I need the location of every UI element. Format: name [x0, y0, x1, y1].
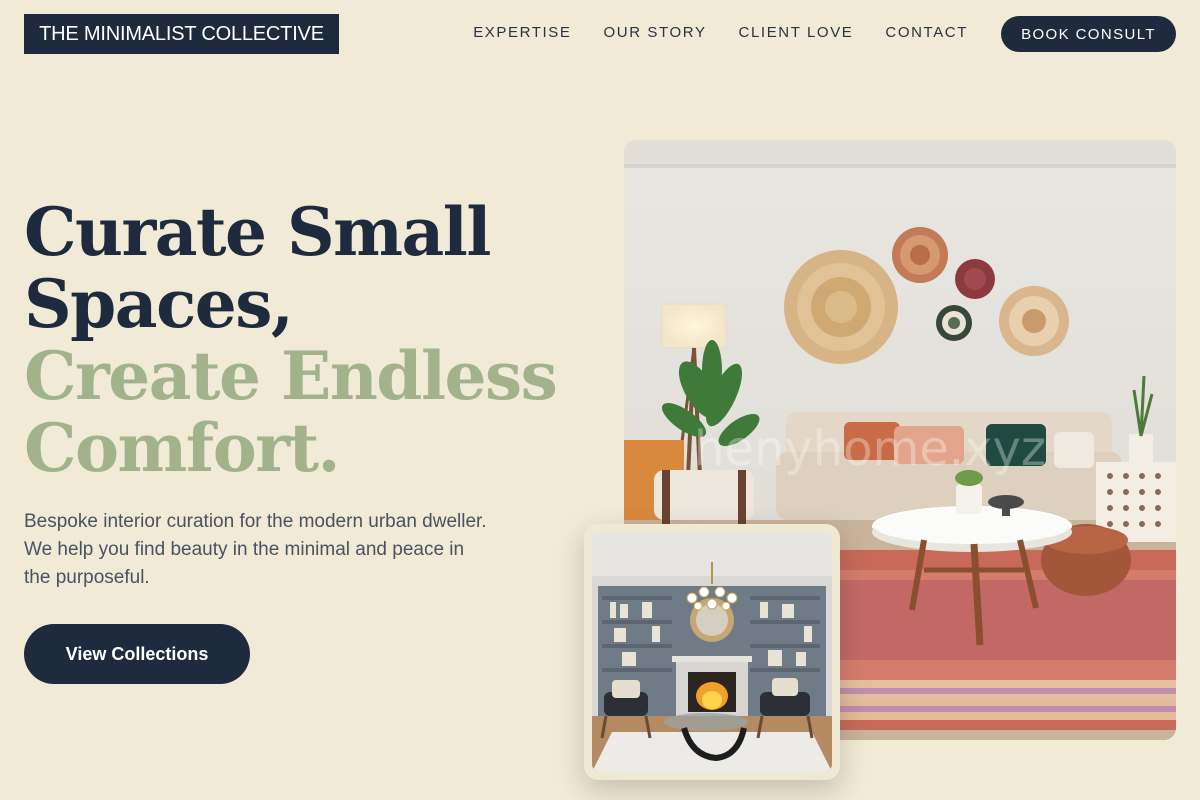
headline-line-4: Comfort. [24, 409, 341, 487]
headline-line-3: Create Endless [24, 337, 558, 415]
view-collections-button[interactable]: View Collections [24, 624, 250, 684]
nav-link-client-love[interactable]: CLIENT LOVE [739, 24, 854, 41]
inset-photo-card [584, 524, 840, 780]
main-nav: EXPERTISE OUR STORY CLIENT LOVE CONTACT [473, 24, 968, 41]
headline-line-1: Curate Small [24, 193, 491, 271]
headline-line-2: Spaces, [24, 265, 294, 343]
nav-link-contact[interactable]: CONTACT [885, 24, 968, 41]
nav-link-expertise[interactable]: EXPERTISE [473, 24, 571, 41]
site-header: THE MINIMALIST COLLECTIVE EXPERTISE OUR … [0, 0, 1200, 70]
watermark-text: henyhome.xyz [694, 421, 1046, 477]
fireplace-living-room-photo [592, 532, 832, 772]
hero-headline: Curate Small Spaces, Create Endless Comf… [24, 196, 584, 484]
hero-subtitle: Bespoke interior curation for the modern… [24, 511, 487, 588]
book-consult-button[interactable]: BOOK CONSULT [1001, 16, 1176, 52]
brand-logo[interactable]: THE MINIMALIST COLLECTIVE [24, 14, 339, 54]
nav-link-our-story[interactable]: OUR STORY [604, 24, 707, 41]
